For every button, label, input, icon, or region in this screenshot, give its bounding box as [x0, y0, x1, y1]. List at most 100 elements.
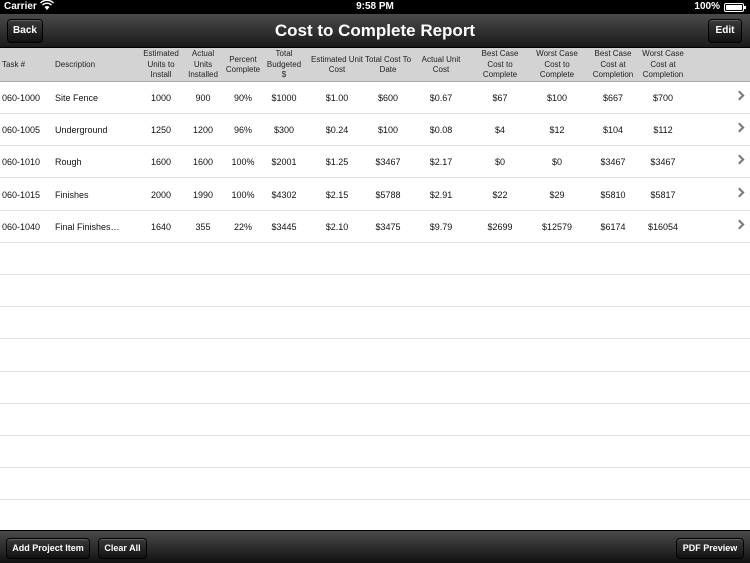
cell-est-units: 1000: [150, 93, 172, 103]
chevron-right-icon[interactable]: [734, 187, 745, 198]
battery-icon: [724, 3, 746, 12]
column-header-est-unit-cost: Estimated Unit Cost: [310, 54, 364, 75]
chevron-right-icon[interactable]: [734, 154, 745, 165]
bottom-toolbar: Add Project Item Clear All PDF Preview: [0, 530, 750, 563]
column-header-est-units: Estimated Units to Install: [143, 49, 179, 80]
column-header-worst-case-at-completion: Worst Case Cost at Completion: [642, 49, 684, 80]
cell-best-case-at-completion: $5810: [600, 189, 626, 200]
cell-description: Finishes: [55, 189, 89, 200]
cell-description: Underground: [55, 125, 108, 136]
cell-total-budgeted: $1000: [271, 93, 297, 103]
navigation-bar: Back Cost to Complete Report Edit: [0, 14, 750, 48]
cell-description: Site Fence: [55, 93, 99, 103]
cell-best-case-at-completion: $667: [602, 93, 624, 103]
cell-best-case-to-complete: $22: [492, 189, 508, 200]
cell-description: Rough: [55, 157, 82, 168]
empty-row: [0, 275, 750, 308]
cell-best-case-to-complete: $2699: [487, 221, 513, 232]
cell-est-units: 1250: [150, 125, 172, 136]
table-row[interactable]: 060-1010 Rough 1600 1600 100% $2001 $1.25 $3467…: [0, 146, 750, 179]
cell-percent-complete: 90%: [233, 93, 252, 103]
cell-total-cost-to-date: $100: [377, 125, 399, 136]
cell-task-number: 060-1015: [2, 189, 41, 200]
chevron-right-icon[interactable]: [734, 219, 745, 230]
report-table: 060-1000 Site Fence 1000 900 90% $1000 $1.00 $6…: [0, 82, 750, 533]
cell-total-budgeted: $300: [273, 125, 295, 136]
cell-est-unit-cost: $1.25: [325, 157, 349, 168]
cell-total-budgeted: $4302: [271, 189, 297, 200]
cell-est-units: 2000: [150, 189, 172, 200]
cell-best-case-at-completion: $6174: [600, 221, 626, 232]
column-header-total-cost-to-date: Total Cost To Date: [364, 54, 412, 75]
cell-percent-complete: 100%: [231, 157, 255, 168]
cell-worst-case-at-completion: $3467: [650, 157, 676, 168]
cell-worst-case-at-completion: $112: [653, 125, 673, 136]
cell-est-unit-cost: $2.15: [325, 189, 349, 200]
cell-total-cost-to-date: $600: [377, 93, 399, 103]
cell-worst-case-at-completion: $16054: [647, 221, 679, 232]
cell-best-case-to-complete: $4: [494, 125, 505, 136]
cell-percent-complete: 100%: [231, 189, 255, 200]
cell-est-unit-cost: $1.00: [325, 93, 349, 103]
cell-best-case-to-complete: $67: [492, 93, 508, 103]
empty-row: [0, 468, 750, 501]
status-bar: Carrier 9:58 PM 100%: [0, 0, 750, 14]
cell-actual-unit-cost: $2.91: [429, 189, 453, 200]
cell-best-case-to-complete: $0: [494, 157, 505, 168]
cell-worst-case-to-complete: $0: [551, 157, 562, 168]
add-project-item-button[interactable]: Add Project Item: [6, 538, 90, 559]
cell-task-number: 060-1005: [2, 125, 41, 136]
cell-task-number: 060-1000: [2, 93, 41, 103]
table-row[interactable]: 060-1000 Site Fence 1000 900 90% $1000 $1.00 $6…: [0, 82, 750, 114]
cell-est-unit-cost: $0.24: [325, 125, 349, 136]
empty-row: [0, 404, 750, 436]
column-header-percent-complete: Percent Complete: [225, 54, 261, 75]
cell-actual-unit-cost: $0.67: [429, 93, 453, 103]
table-row[interactable]: 060-1005 Underground 1250 1200 96% $300 $0.24 $…: [0, 114, 750, 147]
table-header: Task # Description Estimated Units to Inst…: [0, 48, 750, 82]
cell-best-case-at-completion: $104: [602, 125, 624, 136]
cell-total-budgeted: $3445: [271, 221, 297, 232]
cell-actual-unit-cost: $0.08: [429, 125, 453, 136]
cell-description: Final Finishes…: [55, 221, 120, 232]
column-header-actual-units: Actual Units Installed: [188, 49, 218, 80]
table-row[interactable]: 060-1040 Final Finishes… 1640 355 22% $3445 $2…: [0, 211, 750, 243]
cell-total-budgeted: $2001: [271, 157, 297, 168]
cell-best-case-at-completion: $3467: [600, 157, 626, 168]
cell-total-cost-to-date: $3475: [375, 221, 401, 232]
cell-actual-unit-cost: $2.17: [429, 157, 453, 168]
empty-row: [0, 243, 750, 275]
page-title: Cost to Complete Report: [274, 21, 476, 40]
cell-task-number: 060-1040: [2, 221, 41, 232]
chevron-right-icon[interactable]: [734, 90, 745, 101]
edit-button[interactable]: Edit: [708, 19, 742, 43]
cell-actual-units: 900: [195, 93, 211, 103]
cell-est-units: 1640: [150, 221, 172, 232]
pdf-preview-button[interactable]: PDF Preview: [676, 538, 744, 559]
column-header-worst-case-to-complete: Worst Case Cost to Complete: [536, 49, 578, 80]
empty-row: [0, 501, 750, 533]
cell-worst-case-at-completion: $5817: [650, 189, 676, 200]
cell-percent-complete: 96%: [233, 125, 252, 136]
cell-actual-units: 1990: [192, 189, 214, 200]
empty-row: [0, 436, 750, 469]
empty-row: [0, 340, 750, 372]
empty-row: [0, 372, 750, 404]
table-row[interactable]: 060-1015 Finishes 2000 1990 100% $4302 $2.15 $5…: [0, 179, 750, 211]
column-header-task-number: Task #: [2, 59, 26, 69]
column-header-best-case-to-complete: Best Case Cost to Complete: [481, 49, 519, 80]
chevron-right-icon[interactable]: [734, 122, 745, 133]
cell-est-unit-cost: $2.10: [325, 221, 349, 232]
cell-percent-complete: 22%: [233, 221, 252, 232]
cell-worst-case-to-complete: $100: [546, 93, 568, 103]
column-header-description: Description: [55, 59, 96, 69]
cell-worst-case-to-complete: $12: [549, 125, 565, 136]
column-header-best-case-at-completion: Best Case Cost at Completion: [592, 49, 634, 80]
clear-all-button[interactable]: Clear All: [98, 538, 147, 559]
cell-total-cost-to-date: $3467: [375, 157, 401, 168]
cell-task-number: 060-1010: [2, 157, 41, 168]
cell-total-cost-to-date: $5788: [375, 189, 401, 200]
cell-worst-case-at-completion: $700: [652, 93, 674, 103]
column-header-actual-unit-cost: Actual Unit Cost: [421, 54, 461, 75]
cell-actual-units: 1600: [192, 157, 214, 168]
